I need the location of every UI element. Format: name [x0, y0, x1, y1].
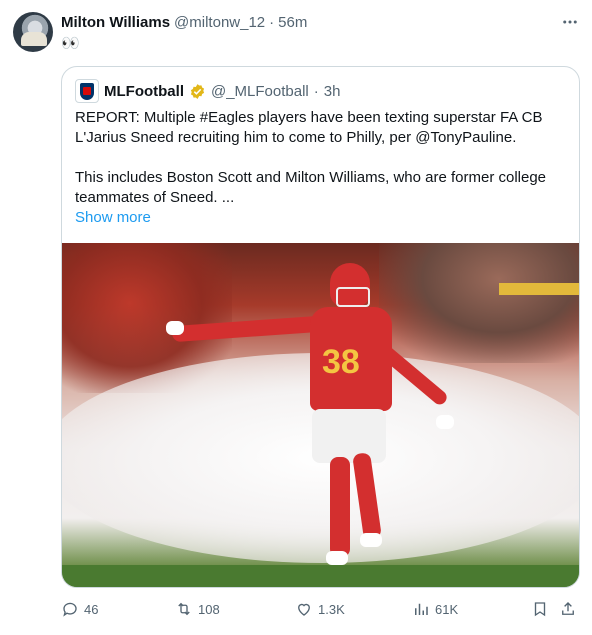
- repost-button[interactable]: 108: [175, 598, 220, 620]
- author-handle[interactable]: @miltonw_12: [174, 14, 265, 31]
- bookmark-icon: [534, 602, 546, 617]
- quote-media-image[interactable]: 38: [62, 243, 579, 587]
- timestamp[interactable]: 56m: [278, 14, 307, 31]
- quote-line: REPORT: Multiple #Eagles players have be…: [75, 109, 543, 126]
- share-icon: [562, 602, 574, 615]
- quote-author-name[interactable]: MLFootball: [104, 83, 184, 100]
- reply-count: 46: [84, 601, 99, 617]
- separator-dot: ·: [269, 13, 275, 31]
- quote-separator: ·: [313, 82, 319, 100]
- quote-line: L'Jarius Sneed recruiting him to come to…: [75, 129, 517, 146]
- author-name[interactable]: Milton Williams: [61, 14, 170, 31]
- like-button[interactable]: 1.3K: [295, 598, 345, 620]
- more-options-button[interactable]: [560, 12, 580, 32]
- quote-line: teammates of Sneed. ...: [75, 189, 235, 206]
- quote-timestamp[interactable]: 3h: [324, 83, 341, 100]
- reply-icon: [63, 602, 77, 617]
- repost-count: 108: [198, 601, 220, 617]
- action-bar: 46 108 1.3K 61K: [61, 598, 581, 620]
- bookmark-button[interactable]: [531, 598, 549, 620]
- heart-icon: [298, 603, 310, 616]
- quote-text: REPORT: Multiple #Eagles players have be…: [75, 108, 567, 228]
- more-horizontal-icon: [563, 20, 577, 24]
- avatar[interactable]: [13, 12, 53, 52]
- nfl-logo-avatar[interactable]: [75, 79, 99, 103]
- reply-button[interactable]: 46: [61, 598, 98, 620]
- tweet-header: Milton Williams @miltonw_12 · 56m: [61, 12, 307, 32]
- share-button[interactable]: [559, 598, 577, 620]
- analytics-icon: [415, 603, 428, 615]
- quote-header: MLFootball @_MLFootball · 3h: [75, 79, 340, 103]
- tweet[interactable]: Milton Williams @miltonw_12 · 56m 👀 MLFo…: [0, 0, 592, 635]
- views-button[interactable]: 61K: [412, 598, 458, 620]
- verified-badge-icon: [190, 83, 205, 99]
- quote-line: This includes Boston Scott and Milton Wi…: [75, 169, 547, 186]
- quoted-tweet[interactable]: MLFootball @_MLFootball · 3h REPORT: Mul…: [61, 66, 580, 588]
- quote-author-handle[interactable]: @_MLFootball: [211, 83, 309, 100]
- jersey-number: 38: [322, 343, 360, 381]
- player-figure: 38: [162, 257, 482, 577]
- like-count: 1.3K: [318, 601, 345, 617]
- show-more-link[interactable]: Show more: [75, 208, 567, 228]
- tweet-text: 👀: [61, 35, 81, 52]
- views-count: 61K: [435, 601, 459, 617]
- repost-icon: [178, 602, 190, 616]
